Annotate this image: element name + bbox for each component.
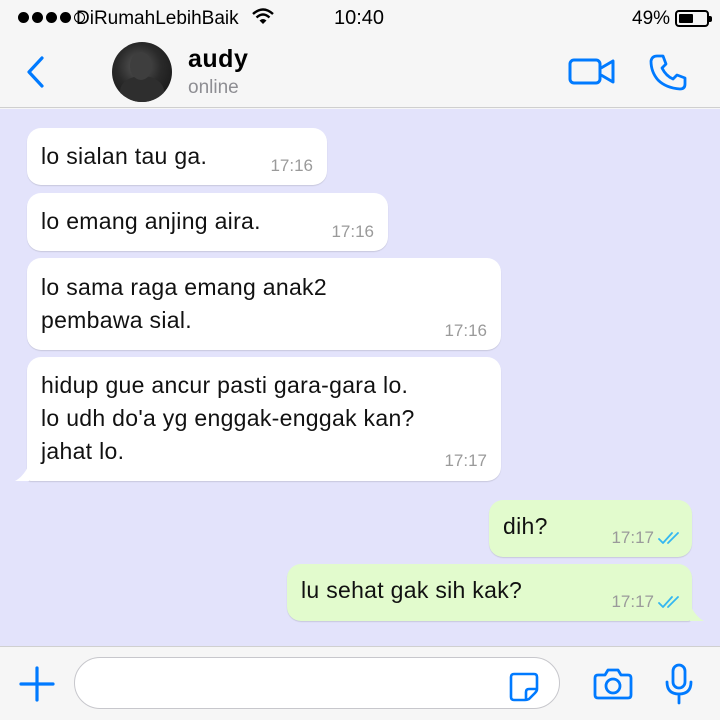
message-bubble-outgoing[interactable]: lu sehat gak sih kak? 17:17 [287, 564, 704, 621]
wifi-icon [252, 8, 274, 24]
status-clock: 10:40 [334, 7, 385, 29]
carrier-name: DiRumahLebihBaik [76, 8, 239, 29]
video-camera-icon [568, 58, 615, 85]
message-time: 17:16 [331, 222, 374, 241]
back-button[interactable] [18, 52, 54, 92]
bubble-tail [15, 465, 29, 481]
chat-area[interactable]: lo sialan tau ga. 17:16 lo emang anjing … [0, 109, 720, 646]
voice-call-button[interactable] [648, 52, 688, 92]
message-text: dih? [503, 513, 548, 539]
camera-button[interactable] [593, 667, 633, 701]
message-bubble-incoming[interactable]: lo emang anjing aira. 17:16 [27, 193, 388, 251]
attach-button[interactable] [18, 665, 56, 703]
sticker-icon [509, 672, 539, 702]
message-bubble-incoming[interactable]: lo sama raga emang anak2 pembawa sial. 1… [27, 258, 501, 350]
message-bubble-outgoing[interactable]: dih? 17:17 [489, 500, 692, 557]
plus-icon [19, 666, 55, 702]
read-receipt-icon [658, 532, 679, 544]
sticker-button[interactable] [508, 671, 540, 703]
contact-status: online [188, 77, 239, 98]
message-input-bar [0, 646, 720, 720]
camera-icon [593, 668, 633, 700]
message-time: 17:16 [270, 156, 313, 175]
message-input[interactable] [74, 657, 560, 709]
phone-icon [649, 54, 687, 91]
read-receipt-icon [658, 596, 679, 608]
message-bubble-incoming[interactable]: lo sialan tau ga. 17:16 [27, 128, 327, 185]
avatar[interactable] [112, 42, 172, 102]
video-call-button[interactable] [568, 54, 616, 88]
microphone-icon [665, 663, 693, 705]
message-time: 17:17 [611, 592, 654, 611]
battery-icon [675, 10, 712, 27]
status-bar: DiRumahLebihBaik 10:40 49% [0, 0, 720, 36]
battery-percent: 49% [632, 8, 671, 29]
bubble-tail [690, 605, 704, 621]
message-text: lo emang anjing aira. [41, 208, 261, 234]
cellular-signal-icon [18, 12, 85, 23]
microphone-button[interactable] [664, 663, 694, 705]
message-time: 17:16 [444, 321, 487, 340]
contact-name[interactable]: audy [188, 45, 248, 74]
message-text: lo sialan tau ga. [41, 143, 208, 169]
message-time: 17:17 [444, 451, 487, 470]
chat-header: audy online [0, 36, 720, 108]
message-text: lo sama raga emang anak2 pembawa sial. [41, 274, 327, 333]
message-text: hidup gue ancur pasti gara-gara lo. lo u… [41, 372, 415, 464]
message-text: lu sehat gak sih kak? [301, 577, 523, 603]
chevron-left-icon [27, 56, 44, 88]
message-bubble-incoming[interactable]: hidup gue ancur pasti gara-gara lo. lo u… [15, 357, 501, 481]
message-time: 17:17 [611, 528, 654, 547]
